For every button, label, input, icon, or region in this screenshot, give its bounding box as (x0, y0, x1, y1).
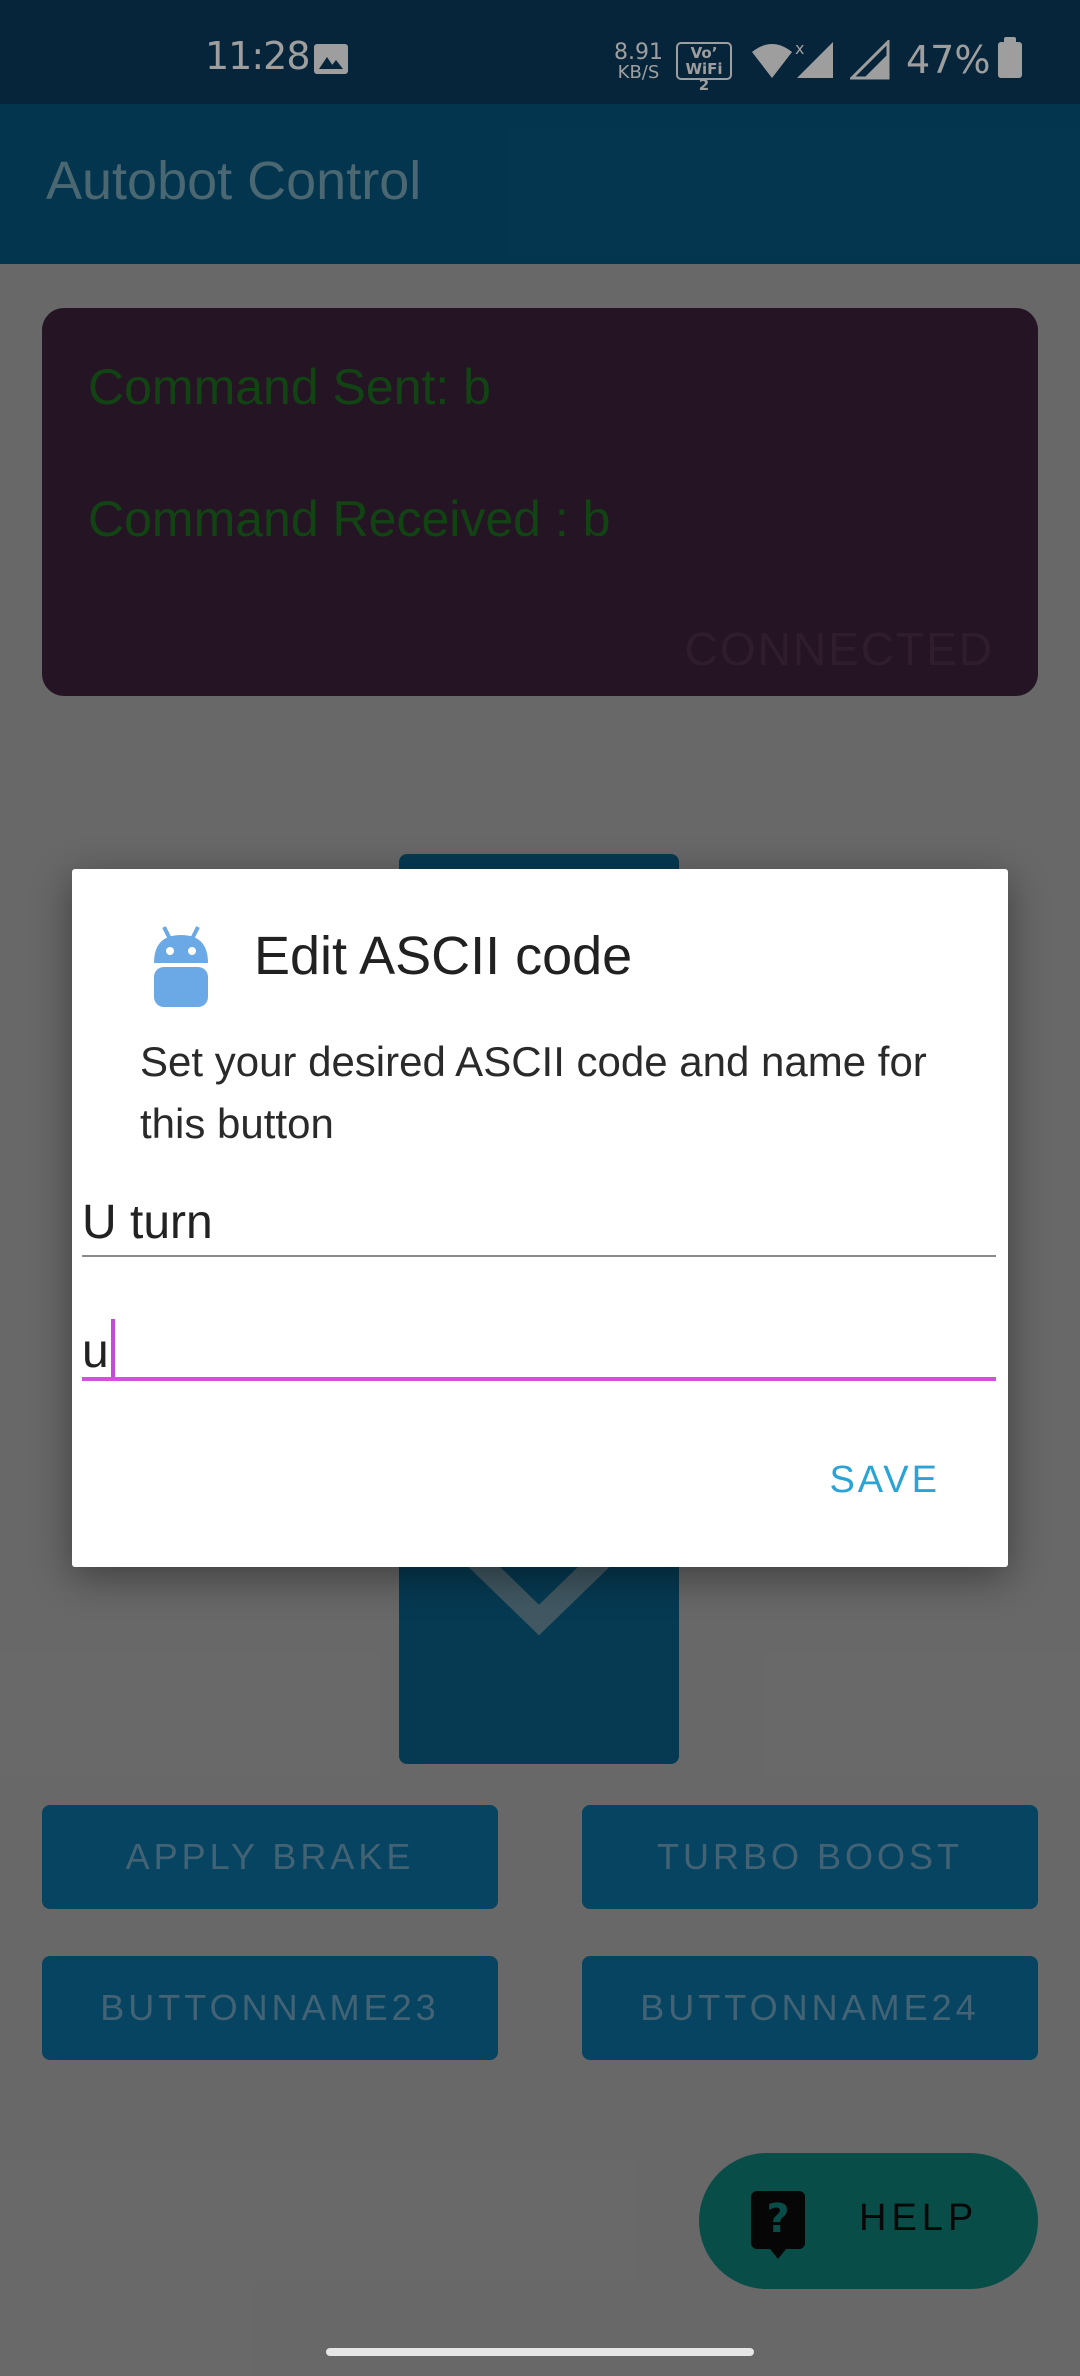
text-cursor (110, 1319, 115, 1377)
edit-ascii-dialog: Edit ASCII code Set your desired ASCII c… (72, 869, 1008, 1567)
save-button[interactable]: SAVE (829, 1459, 940, 1502)
android-icon (154, 926, 208, 1007)
ascii-code-value: u (82, 1325, 109, 1378)
button-name-field[interactable]: U turn (82, 1195, 996, 1257)
button-name-value: U turn (82, 1196, 213, 1249)
dialog-title: Edit ASCII code (254, 926, 633, 986)
gesture-nav-bar[interactable] (326, 2348, 754, 2356)
dialog-message: Set your desired ASCII code and name for… (140, 1038, 927, 1147)
ascii-code-field[interactable]: u (82, 1319, 996, 1381)
